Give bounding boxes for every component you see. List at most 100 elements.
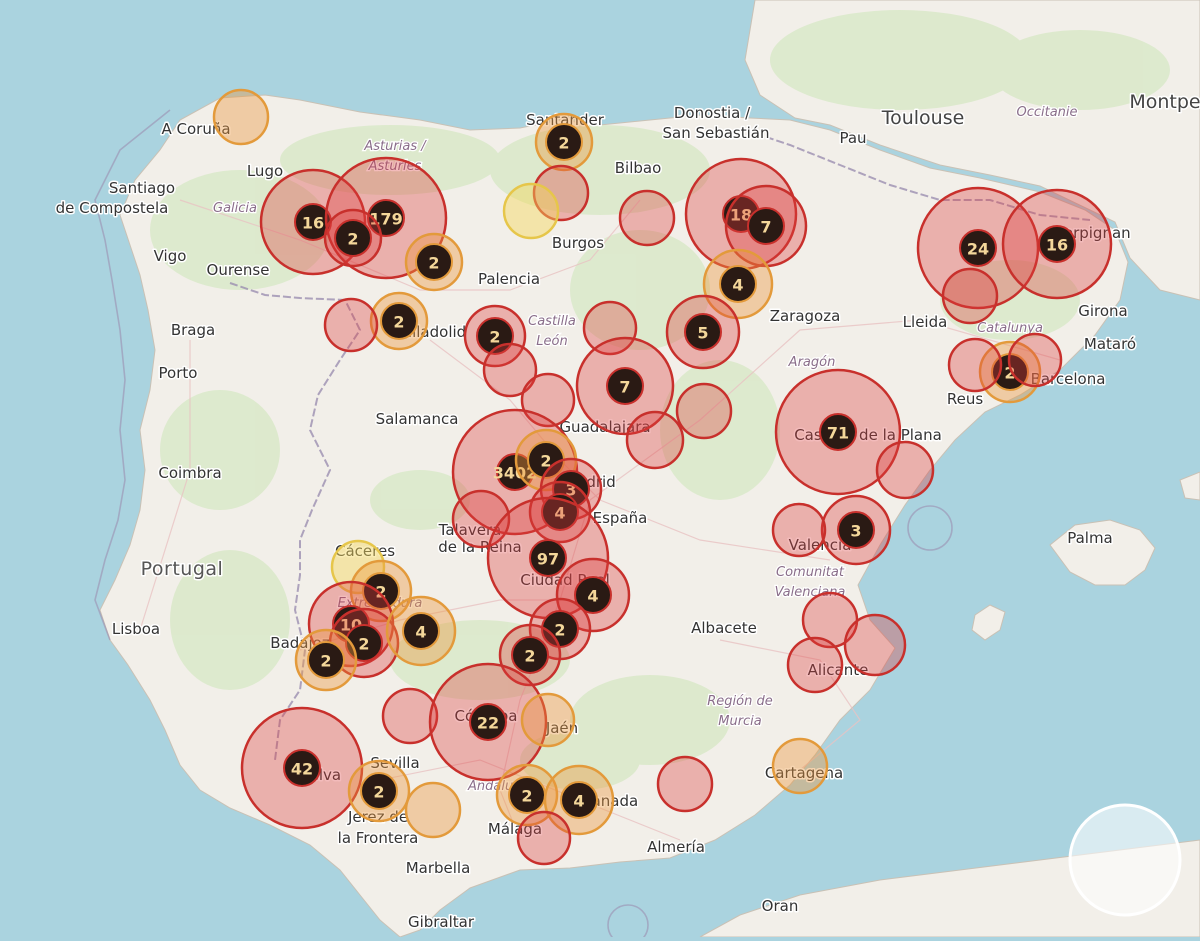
region-label-leon: León [536,334,567,349]
map-canvas[interactable]: Asturias /AsturiesGaliciaCastillaLeónAra… [0,0,1200,941]
cluster-marker[interactable] [404,781,462,839]
place-label-oran: Oran [762,897,799,915]
cluster-count-label: 4 [587,587,598,606]
cluster-marker[interactable] [875,440,935,500]
region-label-castilla: Castilla [528,314,576,329]
cluster-count-label: 2 [373,783,384,802]
cluster-marker[interactable] [947,337,1003,393]
cluster-marker[interactable] [625,410,685,470]
cluster-count-label: 97 [537,550,559,569]
cluster-count-label: 42 [291,760,313,779]
cluster-marker[interactable] [771,737,829,795]
cluster-radius-circle[interactable] [875,440,935,500]
cluster-marker[interactable]: 2 [369,291,429,351]
cluster-radius-circle[interactable] [941,267,999,325]
place-label-palma: Palma [1067,529,1113,547]
cluster-marker[interactable] [520,692,576,748]
place-label-pau: Pau [839,129,866,147]
cluster-marker[interactable]: 2 [323,208,383,268]
cluster-radius-circle[interactable] [771,502,827,558]
cluster-radius-circle[interactable] [618,189,676,247]
cluster-radius-circle[interactable] [771,737,829,795]
cluster-marker[interactable]: 16 [1001,188,1113,300]
cluster-marker[interactable] [941,267,999,325]
cluster-marker[interactable] [843,613,907,677]
cluster-radius-circle[interactable] [1007,332,1063,388]
place-label-reus: Reus [947,390,983,408]
cluster-marker[interactable] [212,88,270,146]
cluster-marker[interactable]: 2 [404,232,464,292]
place-label-porto: Porto [159,364,198,382]
cluster-marker[interactable] [381,687,439,745]
cluster-count-label: 16 [1046,236,1068,255]
cluster-marker[interactable] [675,382,733,440]
region-label-asturias: Asturias / [363,139,427,154]
cluster-marker[interactable]: 5 [665,294,741,370]
cluster-count-label: 71 [827,424,849,443]
cluster-radius-circle[interactable] [843,613,907,677]
place-label-lleida: Lleida [903,313,948,331]
cluster-radius-circle[interactable] [516,810,572,866]
place-label-mataro: Mataró [1084,335,1136,353]
map-view[interactable]: Asturias /AsturiesGaliciaCastillaLeónAra… [0,0,1200,941]
cluster-marker[interactable] [323,297,379,353]
place-label-lugo: Lugo [247,162,283,180]
land-ibiza [971,604,1006,641]
place-label-gibraltar: Gibraltar [408,913,475,931]
place-label-montpe: Montpe [1129,91,1200,113]
cluster-radius-circle[interactable] [520,692,576,748]
cluster-marker[interactable] [502,182,560,240]
cluster-marker[interactable] [771,502,827,558]
place-label-almeria: Almería [647,838,705,856]
land-menorca [1179,471,1200,501]
cluster-count-label: 2 [393,313,404,332]
place-label-coimbra: Coimbra [158,464,221,482]
place-label-ourense: Ourense [207,261,270,279]
cluster-count-label: 2 [320,652,331,671]
cluster-marker[interactable]: 42 [240,706,364,830]
place-label-bilbao: Bilbao [615,159,662,177]
cluster-radius-circle[interactable] [786,636,844,694]
cluster-marker[interactable]: 4 [385,595,457,667]
cluster-marker[interactable] [656,755,714,813]
cluster-marker[interactable] [618,189,676,247]
cluster-radius-circle[interactable] [404,781,462,839]
place-label-palencia: Palencia [478,270,540,288]
place-label-braga: Braga [171,321,215,339]
cluster-count-label: 2 [524,647,535,666]
cluster-count-label: 2 [347,230,358,249]
cluster-marker[interactable]: 2 [347,759,411,823]
cluster-count-label: 2 [521,787,532,806]
cluster-count-label: 2 [358,635,369,654]
cluster-count-label: 2 [558,134,569,153]
cluster-radius-circle[interactable] [947,337,1003,393]
cluster-marker[interactable]: 2 [534,112,594,172]
cluster-radius-circle[interactable] [381,687,439,745]
cluster-radius-circle[interactable] [502,182,560,240]
cluster-count-label: 16 [302,214,324,233]
place-label-girona: Girona [1078,302,1128,320]
place-label-salamanca: Salamanca [376,410,459,428]
cluster-radius-circle[interactable] [323,297,379,353]
region-label-aragon: Aragón [788,355,836,370]
cluster-marker[interactable] [1007,332,1063,388]
place-label-burgos: Burgos [552,234,604,252]
cluster-radius-circle[interactable] [212,88,270,146]
cluster-radius-circle[interactable] [675,382,733,440]
cluster-marker[interactable]: 3 [820,494,892,566]
country-label-portugal: Portugal [141,558,224,580]
cluster-radius-circle[interactable] [625,410,685,470]
cluster-marker[interactable]: 2 [294,628,358,692]
cluster-count-label: 7 [760,218,771,237]
cluster-count-label: 2 [428,254,439,273]
place-label-la-frontera: la Frontera [338,829,419,847]
place-label-espana: España [593,509,648,527]
cluster-radius-circle[interactable] [656,755,714,813]
region-label-region-de: Región de [707,694,772,709]
cluster-count-label: 3 [850,522,861,541]
cluster-count-label: 24 [967,240,989,259]
place-label-santiago: Santiago [109,179,175,197]
place-label-toulouse: Toulouse [881,107,965,129]
cluster-marker[interactable] [516,810,572,866]
cluster-marker[interactable] [786,636,844,694]
